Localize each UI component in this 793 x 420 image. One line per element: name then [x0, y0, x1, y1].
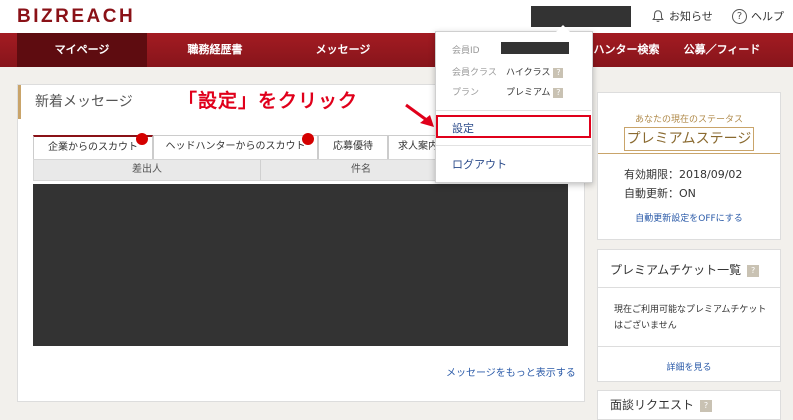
unread-dot-icon — [136, 133, 148, 145]
help-badge-icon[interactable]: ? — [553, 67, 564, 78]
interview-request-panel: 面談リクエスト? — [597, 390, 781, 420]
top-header: BIZREACH お知らせ ? ヘルプ — [0, 0, 793, 33]
redacted-member-id — [501, 42, 569, 54]
ticket-divider — [598, 346, 780, 347]
member-id-label: 会員ID — [452, 46, 480, 56]
tab-label: 求人案内 — [398, 141, 438, 152]
unread-dot-icon — [302, 133, 314, 145]
red-arrow-icon — [405, 103, 434, 127]
panel-title: 新着メッセージ — [18, 85, 133, 119]
ticket-body: 現在ご利用可能なプレミアムチケットはございません — [614, 305, 767, 331]
request-title-text: 面談リクエスト — [610, 398, 695, 412]
member-class-text: ハイクラス — [506, 68, 551, 78]
ticket-title: プレミアムチケット一覧? — [610, 261, 760, 278]
col-subject: 件名 — [351, 164, 371, 175]
help-label: ヘルプ — [751, 10, 784, 23]
help-badge-icon[interactable]: ? — [700, 399, 713, 412]
status-panel: あなたの現在のステータス プレミアムステージ 有効期限：2018/09/02 自… — [597, 92, 781, 240]
nav-messages[interactable]: メッセージ — [283, 33, 403, 67]
plan-value: プレミアム? — [506, 85, 564, 98]
plan-label: プラン — [452, 88, 480, 98]
status-stage-badge: プレミアムステージ — [624, 127, 754, 151]
status-expiry: 有効期限：2018/09/02 — [624, 168, 743, 181]
instruction-annotation: 「設定」をクリック — [178, 90, 359, 112]
request-title: 面談リクエスト? — [610, 396, 713, 413]
main-nav: マイページ 職務経歴書 メッセージ ヘッドハンター検索 公募／フィード — [0, 33, 793, 67]
tab-label: 応募優待 — [333, 141, 373, 152]
dropdown-divider — [436, 110, 591, 111]
tab-headhunter-scout[interactable]: ヘッドハンターからのスカウト — [153, 135, 318, 159]
tab-application-priority[interactable]: 応募優待 — [318, 135, 388, 159]
nav-resume[interactable]: 職務経歴書 — [150, 33, 280, 67]
tab-label: ヘッドハンターからのスカウト — [165, 141, 306, 152]
plan-text: プレミアム — [506, 88, 551, 98]
help-link[interactable]: ? ヘルプ — [732, 8, 784, 24]
dropdown-divider — [436, 145, 591, 146]
help-badge-icon[interactable]: ? — [553, 87, 564, 98]
ticket-detail-link[interactable]: 詳細を見る — [598, 360, 780, 373]
dropdown-caret — [556, 25, 570, 32]
more-messages-link[interactable]: メッセージをもっと表示する — [446, 364, 576, 379]
nav-public-feed[interactable]: 公募／フィード — [672, 33, 772, 67]
notices-link[interactable]: お知らせ — [651, 8, 713, 24]
status-caption: あなたの現在のステータス — [634, 115, 743, 125]
help-icon: ? — [732, 8, 747, 24]
auto-renew-off-link[interactable]: 自動更新設定をOFFにする — [598, 211, 780, 224]
redacted-username[interactable] — [531, 6, 631, 27]
member-class-value: ハイクラス? — [506, 65, 564, 78]
notices-label: お知らせ — [669, 10, 713, 23]
tab-label: 企業からのスカウト — [48, 142, 138, 153]
bell-icon — [652, 10, 664, 22]
ticket-title-text: プレミアムチケット一覧 — [610, 263, 742, 277]
col-sender: 差出人 — [132, 164, 162, 175]
ticket-divider — [598, 287, 780, 288]
logout-link[interactable]: ログアウト — [452, 156, 507, 172]
help-badge-icon[interactable]: ? — [747, 264, 760, 277]
settings-link[interactable]: 設定 — [452, 120, 474, 136]
account-dropdown: 会員ID 会員クラス ハイクラス? プラン プレミアム? 設定 ログアウト — [435, 25, 593, 183]
bizreach-logo[interactable]: BIZREACH — [17, 6, 135, 28]
nav-mypage[interactable]: マイページ — [17, 33, 147, 67]
status-gold-line — [598, 153, 780, 154]
status-auto-renew: 自動更新：ON — [624, 187, 696, 200]
member-class-label: 会員クラス — [452, 68, 497, 78]
tab-company-scout[interactable]: 企業からのスカウト — [33, 135, 153, 159]
redacted-message-list[interactable] — [33, 184, 568, 346]
premium-ticket-panel: プレミアムチケット一覧? 現在ご利用可能なプレミアムチケットはございません 詳細… — [597, 249, 781, 382]
